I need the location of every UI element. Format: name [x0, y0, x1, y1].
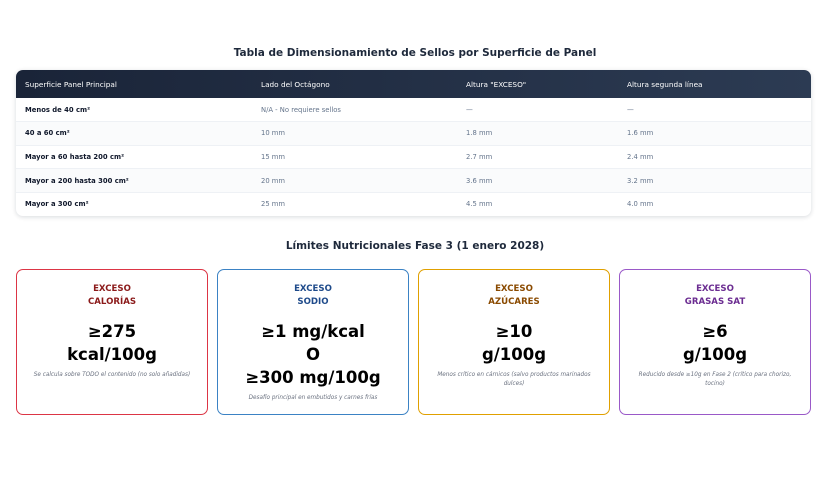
- card-value-line: g/100g: [682, 345, 748, 364]
- cell-exceso-height: 3.6 mm: [466, 176, 493, 185]
- card-label: EXCESO GRASAS SAT: [620, 283, 810, 308]
- cell-surface: Mayor a 60 hasta 200 cm²: [25, 152, 125, 161]
- cell-second-line-height: 2.4 mm: [627, 152, 654, 161]
- seal-size-table: Superficie Panel Principal Lado del Octá…: [16, 70, 811, 216]
- header-panel-surface: Superficie Panel Principal: [25, 79, 117, 89]
- cell-second-line-height: 3.2 mm: [627, 176, 654, 185]
- card-value-line: g/100g: [481, 345, 547, 364]
- cell-exceso-height: 2.7 mm: [466, 152, 493, 161]
- limit-card-calories: EXCESO CALORÍAS ≥275 kcal/100g Se calcul…: [16, 269, 208, 415]
- table-header-row: Superficie Panel Principal Lado del Octá…: [16, 70, 811, 98]
- card-value-line: kcal/100g: [67, 345, 157, 364]
- table-row: Mayor a 200 hasta 300 cm² 20 mm 3.6 mm 3…: [16, 168, 811, 193]
- card-value: ≥10 g/100g: [419, 320, 609, 366]
- limit-card-saturated-fat: EXCESO GRASAS SAT ≥6 g/100g Reducido des…: [619, 269, 811, 415]
- card-label-line1: EXCESO: [93, 284, 131, 294]
- cell-surface: Mayor a 300 cm²: [25, 200, 89, 209]
- card-label-line2: GRASAS SAT: [684, 296, 746, 307]
- cell-surface: 40 a 60 cm²: [25, 129, 70, 138]
- cell-octagon-side: 15 mm: [261, 152, 286, 161]
- card-note: Desafío principal en embutidos y carnes …: [248, 395, 378, 401]
- card-label-line2: AZÚCARES: [488, 296, 540, 307]
- card-value: ≥275 kcal/100g: [17, 320, 207, 366]
- table-row: 40 a 60 cm² 10 mm 1.8 mm 1.6 mm: [16, 121, 811, 146]
- cell-octagon-side: 25 mm: [261, 200, 286, 209]
- cell-exceso-height: —: [466, 105, 473, 114]
- limit-card-sugars: EXCESO AZÚCARES ≥10 g/100g Menos crítico…: [418, 269, 610, 415]
- seal-table-title: Tabla de Dimensionamiento de Sellos por …: [233, 47, 597, 59]
- cell-second-line-height: 4.0 mm: [627, 200, 654, 209]
- card-label-line2: CALORÍAS: [87, 296, 137, 307]
- table-row: Menos de 40 cm² N/A - No requiere sellos…: [16, 98, 811, 122]
- cell-second-line-height: 1.6 mm: [627, 129, 654, 138]
- cell-octagon-side: N/A - No requiere sellos: [261, 105, 341, 114]
- nutrition-limits-title: Límites Nutricionales Fase 3 (1 enero 20…: [285, 240, 545, 252]
- cell-second-line-height: —: [627, 105, 634, 114]
- cell-octagon-side: 10 mm: [261, 129, 286, 138]
- card-value-line: ≥300 mg/100g: [245, 368, 381, 387]
- cell-surface: Menos de 40 cm²: [25, 105, 91, 114]
- card-value-line: ≥1 mg/kcal: [261, 322, 365, 341]
- card-label: EXCESO CALORÍAS: [17, 283, 207, 308]
- cell-exceso-height: 4.5 mm: [466, 200, 493, 209]
- table-row: Mayor a 300 cm² 25 mm 4.5 mm 4.0 mm: [16, 192, 811, 216]
- header-octagon-side: Lado del Octágono: [261, 79, 330, 89]
- cell-exceso-height: 1.8 mm: [466, 129, 493, 138]
- card-value-line: ≥10: [495, 322, 533, 341]
- card-label-line2: SODIO: [297, 296, 329, 307]
- card-label-line1: EXCESO: [696, 284, 734, 294]
- card-note: Menos crítico en cárnicos (salvo product…: [437, 372, 591, 387]
- card-label: EXCESO SODIO: [218, 283, 408, 308]
- card-note: Se calcula sobre TODO el contenido (no s…: [33, 372, 191, 378]
- card-label: EXCESO AZÚCARES: [419, 283, 609, 308]
- card-label-line1: EXCESO: [294, 284, 332, 294]
- header-second-line-height: Altura segunda línea: [627, 79, 703, 89]
- card-label-line1: EXCESO: [495, 284, 533, 294]
- header-exceso-height: Altura "EXCESO": [466, 79, 527, 89]
- card-value-line: ≥6: [702, 322, 728, 341]
- card-value-line: ≥275: [87, 322, 137, 341]
- card-note: Reducido desde ≥10g en Fase 2 (crítico p…: [638, 372, 792, 387]
- card-value-line: O: [305, 345, 321, 364]
- limit-card-sodium: EXCESO SODIO ≥1 mg/kcal O ≥300 mg/100g D…: [217, 269, 409, 415]
- card-value: ≥1 mg/kcal O ≥300 mg/100g: [218, 320, 408, 389]
- cell-surface: Mayor a 200 hasta 300 cm²: [25, 176, 129, 185]
- card-value: ≥6 g/100g: [620, 320, 810, 366]
- cell-octagon-side: 20 mm: [261, 176, 286, 185]
- table-row: Mayor a 60 hasta 200 cm² 15 mm 2.7 mm 2.…: [16, 145, 811, 169]
